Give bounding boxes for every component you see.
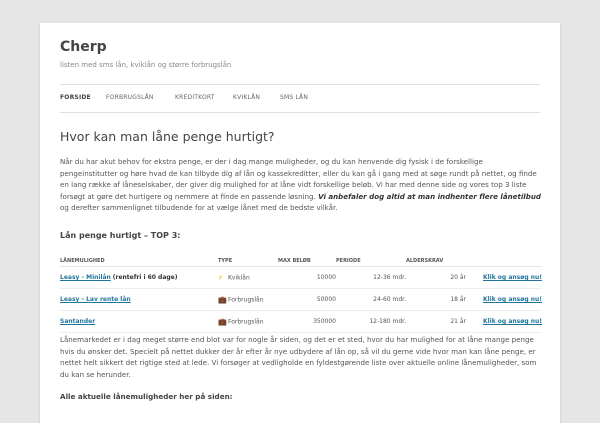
intro-tail: og derefter sammenlignet tilbudende for … bbox=[60, 203, 338, 213]
loan-type-cell: 💼Forbrugslån bbox=[218, 288, 278, 311]
loan-name-cell: Santander bbox=[60, 310, 218, 333]
loan-link-leasy-minilan[interactable]: Leasy - Minilån bbox=[60, 274, 111, 281]
table-header-row: LÅNEMULIGHED TYPE MAX BELØB PERIODE ALDE… bbox=[60, 255, 542, 267]
lightning-icon: ⚡ bbox=[218, 273, 223, 282]
loan-action-cell: Klik og ansøg nu! bbox=[466, 266, 542, 289]
loan-period-cell: 12-36 mdr. bbox=[336, 266, 406, 289]
loan-link-leasy-lav-rente[interactable]: Leasy - Lav rente lån bbox=[60, 296, 131, 303]
loan-action-cell: Klik og ansøg nu! bbox=[466, 288, 542, 311]
loan-action-cell: Klik og ansøg nu! bbox=[466, 310, 542, 333]
market-paragraph: Lånemarkedet er i dag meget større end b… bbox=[60, 335, 537, 379]
column-header-lanemulighed: LÅNEMULIGHED bbox=[60, 255, 218, 267]
table-row: Santander 💼Forbrugslån 350000 12-180 mdr… bbox=[60, 310, 542, 333]
loan-link-santander[interactable]: Santander bbox=[60, 318, 95, 325]
table-row: Leasy - Minilån (rentefri i 60 dage) ⚡ Kv… bbox=[60, 266, 542, 289]
nav-item-forbrugslan[interactable]: FORBRUGSLÅN bbox=[106, 94, 154, 101]
loan-period-cell: 24-60 mdr. bbox=[336, 288, 406, 311]
loan-table: LÅNEMULIGHED TYPE MAX BELØB PERIODE ALDE… bbox=[60, 255, 542, 333]
page-heading: Hvor kan man låne penge hurtigt? bbox=[60, 129, 275, 144]
apply-now-link[interactable]: Klik og ansøg nu! bbox=[483, 318, 542, 325]
main-navigation: FORSIDE FORBRUGSLÅN KREDITKORT KVIKLÅN S… bbox=[60, 84, 540, 113]
intro-paragraph: Når du har akut behov for ekstra penge, … bbox=[60, 156, 542, 214]
loan-name-cell: Leasy - Minilån (rentefri i 60 dage) bbox=[60, 266, 218, 289]
loan-type-cell: ⚡ Kviklån bbox=[218, 266, 278, 289]
column-header-periode: PERIODE bbox=[336, 255, 406, 267]
nav-item-sms-lan[interactable]: SMS LÅN bbox=[280, 94, 308, 101]
site-title[interactable]: Cherp bbox=[60, 39, 107, 55]
loan-type-cell: 💼Forbrugslån bbox=[218, 310, 278, 333]
column-header-action bbox=[466, 255, 542, 267]
loan-note: (rentefri i 60 dage) bbox=[112, 274, 178, 281]
loan-max-cell: 50000 bbox=[278, 288, 336, 311]
briefcase-icon: 💼 bbox=[218, 295, 227, 304]
page-container: Cherp listen med sms lån, kviklån og stø… bbox=[40, 23, 560, 423]
top3-heading: Lån penge hurtigt – TOP 3: bbox=[60, 231, 181, 240]
loan-age-cell: 18 år bbox=[406, 288, 466, 311]
loan-type: Forbrugslån bbox=[228, 318, 264, 325]
column-header-max-belob: MAX BELØB bbox=[278, 255, 336, 267]
intro-emphasis: Vi anbefaler dog altid at man indhenter … bbox=[318, 191, 541, 201]
briefcase-icon: 💼 bbox=[218, 317, 227, 326]
loan-name-cell: Leasy - Lav rente lån bbox=[60, 288, 218, 311]
nav-item-kviklan[interactable]: KVIKLÅN bbox=[233, 94, 260, 101]
loan-period-cell: 12-180 mdr. bbox=[336, 310, 406, 333]
loan-max-cell: 10000 bbox=[278, 266, 336, 289]
apply-now-link[interactable]: Klik og ansøg nu! bbox=[483, 274, 542, 281]
loan-type: Forbrugslån bbox=[228, 296, 264, 303]
loan-max-cell: 350000 bbox=[278, 310, 336, 333]
apply-now-link[interactable]: Klik og ansøg nu! bbox=[483, 296, 542, 303]
loan-age-cell: 20 år bbox=[406, 266, 466, 289]
site-description: listen med sms lån, kviklån og større fo… bbox=[60, 61, 232, 69]
loan-type: Kviklån bbox=[228, 274, 250, 281]
nav-item-forside[interactable]: FORSIDE bbox=[60, 94, 91, 101]
column-header-alderskrav: ALDERSKRAV bbox=[406, 255, 466, 267]
column-header-type: TYPE bbox=[218, 255, 278, 267]
table-row: Leasy - Lav rente lån 💼Forbrugslån 50000… bbox=[60, 288, 542, 311]
loan-age-cell: 21 år bbox=[406, 310, 466, 333]
nav-item-kreditkort[interactable]: KREDITKORT bbox=[175, 94, 215, 101]
